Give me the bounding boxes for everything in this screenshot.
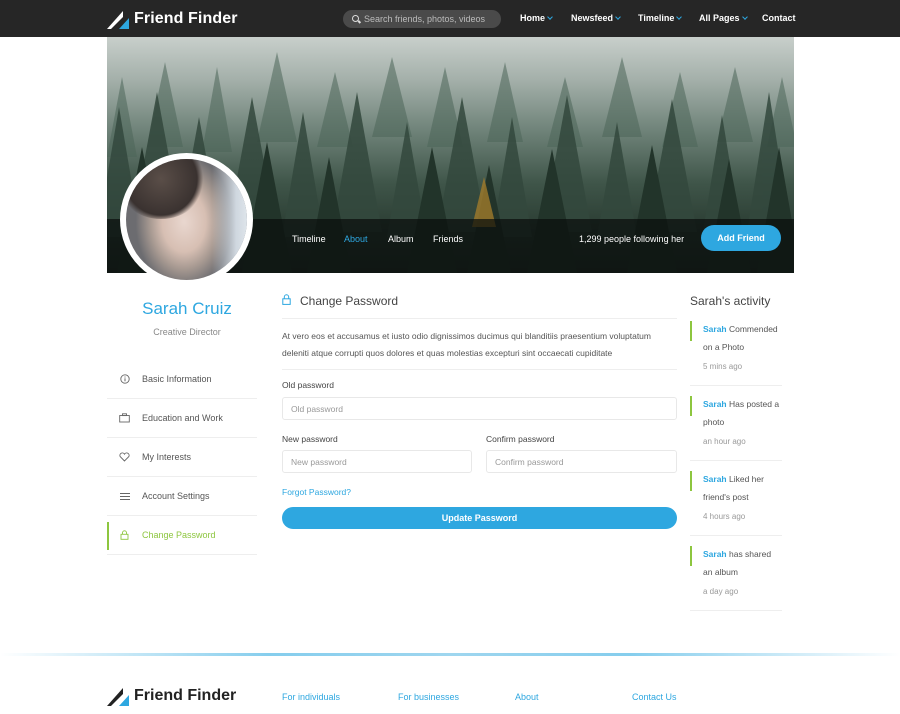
- logo-mark-icon: [107, 688, 129, 706]
- footer-brand-logo[interactable]: Friend Finder: [107, 686, 236, 706]
- info-icon: [119, 374, 130, 385]
- side-item-basic-information[interactable]: Basic Information: [107, 360, 257, 399]
- activity-user-link[interactable]: Sarah: [703, 324, 727, 334]
- footer-brand-name: Friend Finder: [134, 687, 237, 704]
- side-item-label: My Interests: [142, 452, 192, 462]
- menu-icon: [119, 491, 130, 502]
- footer-link-contact[interactable]: Contact Us: [632, 692, 677, 702]
- heart-icon: [119, 452, 130, 463]
- chevron-down-icon: [615, 14, 621, 20]
- section-title-text: Change Password: [300, 294, 399, 308]
- activity-text: Sarah Has posted a photo: [690, 396, 782, 431]
- divider: [282, 369, 677, 370]
- old-password-label: Old password: [282, 380, 334, 390]
- activity-marker: [690, 546, 692, 566]
- tab-album[interactable]: Album: [388, 234, 414, 244]
- side-item-account-settings[interactable]: Account Settings: [107, 477, 257, 516]
- confirm-password-field[interactable]: [486, 450, 677, 473]
- activity-time: a day ago: [703, 587, 739, 596]
- activity-item: Sarah Commended on a Photo 5 mins ago: [690, 321, 782, 386]
- activity-text: Sarah Commended on a Photo: [690, 321, 782, 356]
- profile-side-menu: Basic Information Education and Work My …: [107, 360, 257, 555]
- nav-timeline-label: Timeline: [638, 13, 675, 23]
- side-item-label: Basic Information: [142, 374, 212, 384]
- search-bar: [343, 10, 501, 28]
- nav-newsfeed[interactable]: Newsfeed: [571, 13, 621, 23]
- brand-logo[interactable]: Friend Finder: [107, 9, 238, 29]
- nav-contact-label: Contact: [762, 13, 796, 23]
- search-icon: [352, 14, 361, 24]
- confirm-password-label: Confirm password: [486, 434, 555, 444]
- lock-icon: [119, 530, 130, 541]
- activity-user-link[interactable]: Sarah: [703, 474, 727, 484]
- section-title: Change Password: [282, 294, 398, 308]
- side-item-education-and-work[interactable]: Education and Work: [107, 399, 257, 438]
- logo-mark-icon: [107, 11, 129, 29]
- footer-link-about[interactable]: About: [515, 692, 539, 702]
- followers-count: 1,299 people following her: [579, 234, 685, 244]
- side-item-label: Account Settings: [142, 491, 210, 501]
- activity-time: 4 hours ago: [703, 512, 746, 521]
- search-input[interactable]: [363, 14, 501, 24]
- activity-time: 5 mins ago: [703, 362, 743, 371]
- side-item-change-password[interactable]: Change Password: [107, 516, 257, 555]
- tab-timeline[interactable]: Timeline: [292, 234, 326, 244]
- section-description: At vero eos et accusamus et iusto odio d…: [282, 331, 651, 358]
- activity-item: Sarah Has posted a photo an hour ago: [690, 396, 782, 461]
- brand-name: Friend Finder: [134, 10, 238, 27]
- chevron-down-icon: [547, 14, 553, 20]
- activity-item: Sarah Liked her friend's post 4 hours ag…: [690, 471, 782, 536]
- side-item-label: Education and Work: [142, 413, 223, 423]
- avatar-photo: [126, 159, 247, 280]
- profile-avatar[interactable]: [120, 153, 253, 286]
- activity-marker: [690, 321, 692, 341]
- nav-timeline[interactable]: Timeline: [638, 13, 683, 23]
- activity-text: Sarah Liked her friend's post: [690, 471, 782, 506]
- side-item-my-interests[interactable]: My Interests: [107, 438, 257, 477]
- update-password-button[interactable]: Update Password: [282, 507, 677, 529]
- top-navbar: Friend Finder Home Newsfeed Timeline All…: [0, 0, 900, 37]
- nav-home-label: Home: [520, 13, 546, 23]
- tab-friends[interactable]: Friends: [433, 234, 463, 244]
- nav-all-pages-label: All Pages: [699, 13, 740, 23]
- new-password-field[interactable]: [282, 450, 472, 473]
- footer-link-individuals[interactable]: For individuals: [282, 692, 340, 702]
- activity-marker: [690, 396, 692, 416]
- old-password-field[interactable]: [282, 397, 677, 420]
- activity-user-link[interactable]: Sarah: [703, 549, 727, 559]
- activity-title: Sarah's activity: [690, 294, 771, 308]
- activity-marker: [690, 471, 692, 491]
- activity-user-link[interactable]: Sarah: [703, 399, 727, 409]
- footer-link-businesses[interactable]: For businesses: [398, 692, 459, 702]
- divider: [282, 318, 677, 319]
- lock-icon: [282, 294, 291, 308]
- activity-text: Sarah has shared an album: [690, 546, 782, 581]
- activity-item: Sarah has shared an album a day ago: [690, 546, 782, 611]
- chevron-down-icon: [741, 14, 748, 20]
- profile-role: Creative Director: [153, 327, 221, 337]
- footer-divider: [0, 653, 900, 656]
- add-friend-button[interactable]: Add Friend: [701, 225, 781, 251]
- nav-all-pages[interactable]: All Pages: [699, 13, 748, 23]
- tab-about[interactable]: About: [344, 234, 368, 244]
- briefcase-icon: [119, 413, 130, 424]
- nav-contact[interactable]: Contact: [762, 13, 796, 23]
- nav-newsfeed-label: Newsfeed: [571, 13, 614, 23]
- forgot-password-link[interactable]: Forgot Password?: [282, 487, 351, 497]
- chevron-down-icon: [676, 14, 683, 20]
- side-item-label: Change Password: [142, 530, 216, 540]
- profile-name: Sarah Cruiz: [142, 299, 232, 318]
- activity-time: an hour ago: [703, 437, 746, 446]
- new-password-label: New password: [282, 434, 338, 444]
- nav-home[interactable]: Home: [520, 13, 553, 23]
